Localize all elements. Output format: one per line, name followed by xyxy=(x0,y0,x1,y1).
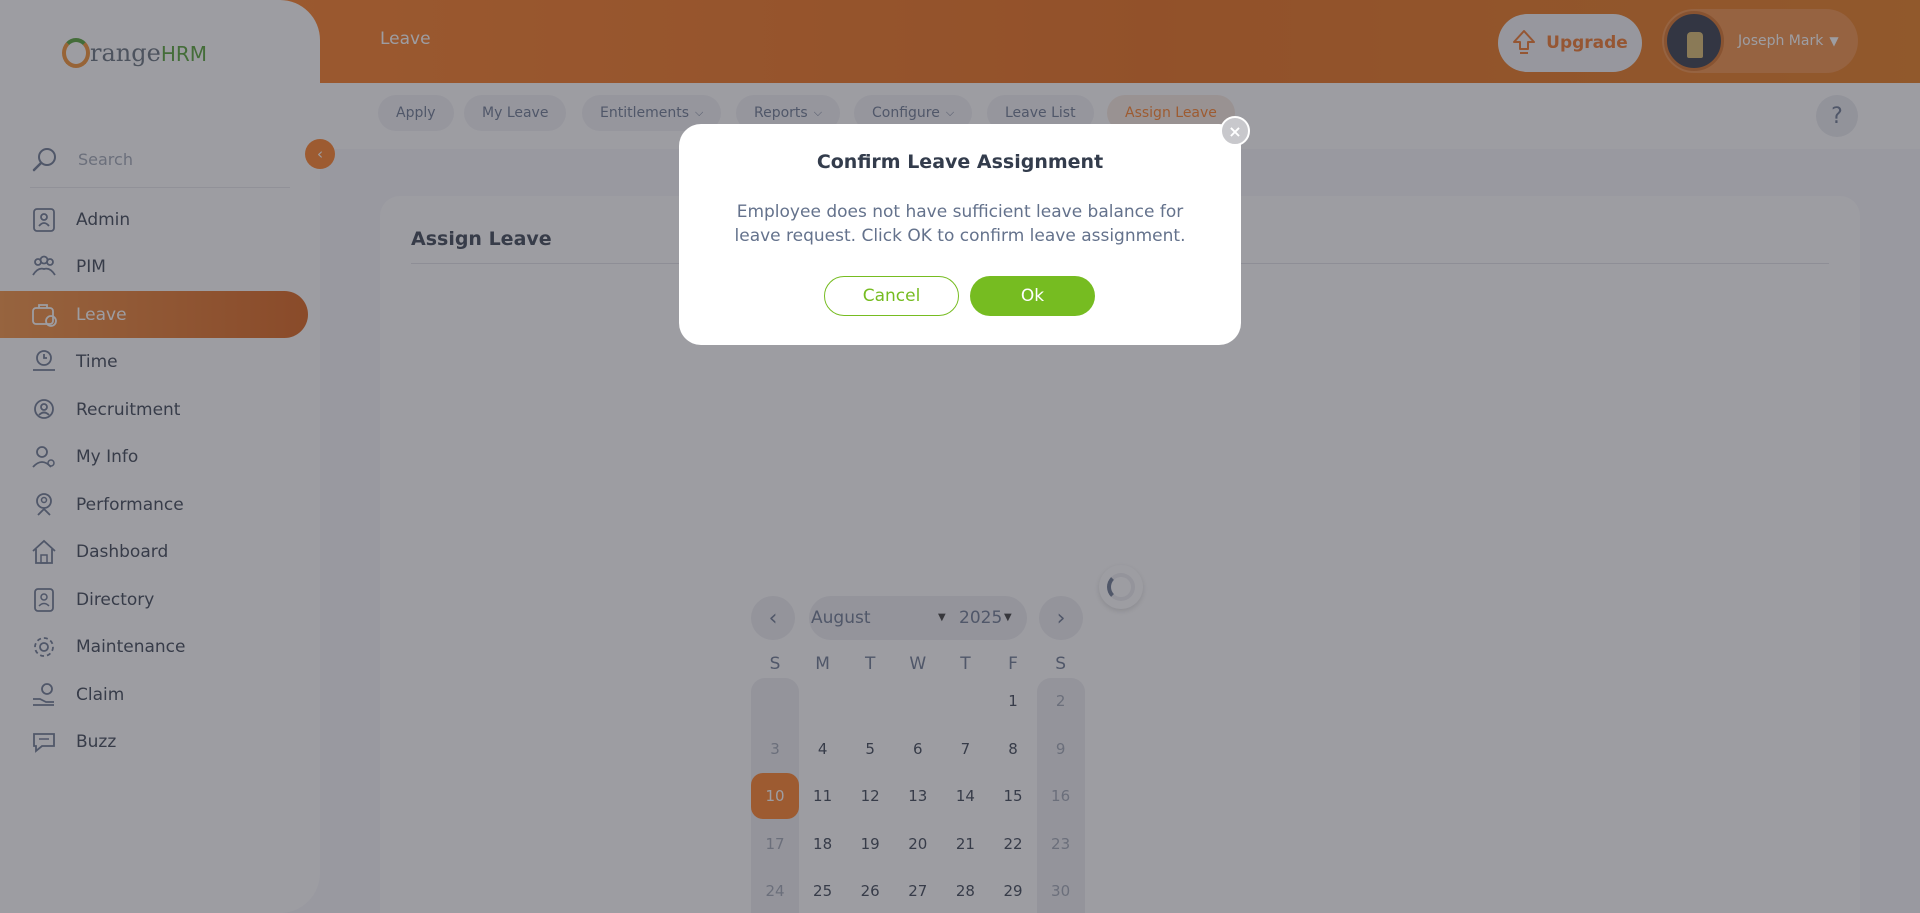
cancel-button[interactable]: Cancel xyxy=(824,276,959,316)
dialog-title: Confirm Leave Assignment xyxy=(816,151,1104,173)
confirm-dialog: Confirm Leave Assignment Employee does n… xyxy=(679,124,1241,345)
ok-button[interactable]: Ok xyxy=(970,276,1095,316)
close-icon[interactable]: × xyxy=(1220,116,1250,146)
dialog-message: Employee does not have sufficient leave … xyxy=(734,202,1186,246)
